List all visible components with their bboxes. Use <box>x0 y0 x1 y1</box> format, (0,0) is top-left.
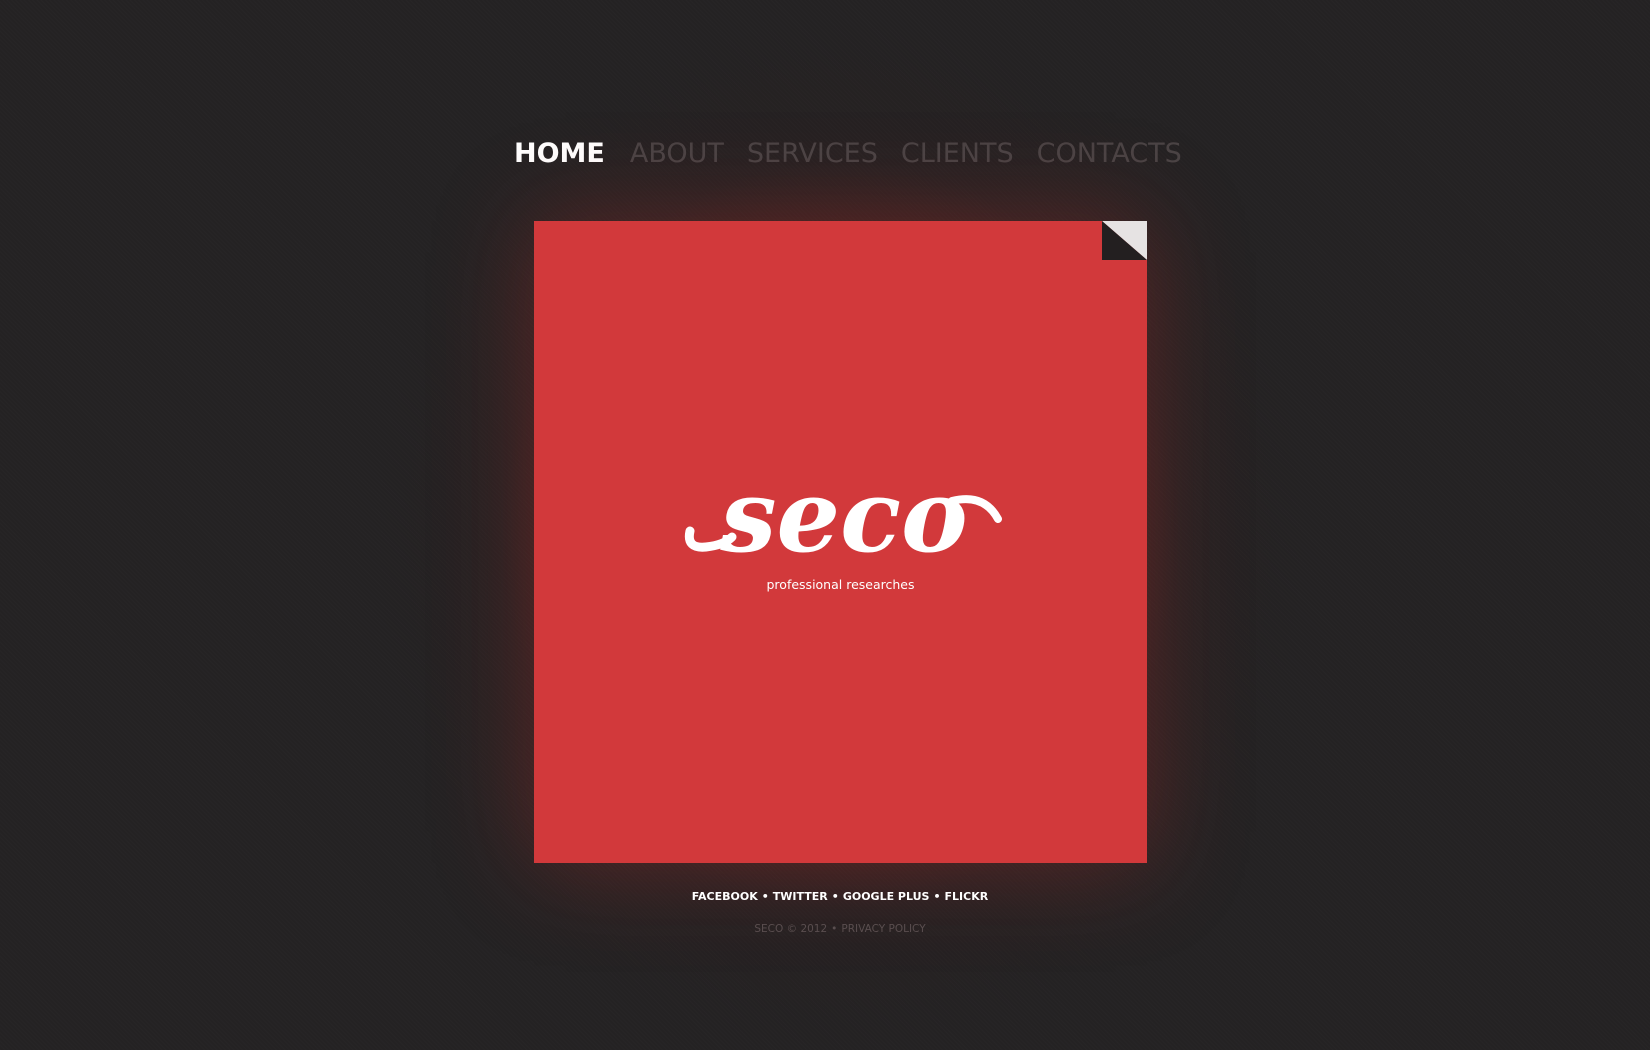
hero-card: seco professional researches <box>534 221 1147 863</box>
seco-logo: seco <box>684 471 1002 575</box>
social-link-facebook[interactable]: FACEBOOK <box>692 890 758 903</box>
social-links: FACEBOOK • TWITTER • GOOGLE PLUS • FLICKR <box>0 890 1650 903</box>
hero-tagline: professional researches <box>766 577 915 592</box>
logo-wordmark: seco <box>719 471 968 575</box>
social-separator: • <box>761 890 769 903</box>
page-curl-icon[interactable] <box>1102 221 1147 260</box>
nav-item-clients[interactable]: CLIENTS <box>901 138 1014 169</box>
copyright-separator: • <box>831 923 838 935</box>
nav-item-home[interactable]: HOME <box>514 138 605 169</box>
privacy-policy-link[interactable]: PRIVACY POLICY <box>841 923 925 935</box>
nav-item-services[interactable]: SERVICES <box>747 138 878 169</box>
social-link-flickr[interactable]: FLICKR <box>945 890 989 903</box>
copyright-text: SECO © 2012 <box>754 923 828 935</box>
nav-item-about[interactable]: ABOUT <box>630 138 724 169</box>
social-link-twitter[interactable]: TWITTER <box>773 890 828 903</box>
social-separator: • <box>831 890 839 903</box>
social-separator: • <box>933 890 941 903</box>
nav-item-contacts[interactable]: CONTACTS <box>1037 138 1182 169</box>
main-nav: HOME ABOUT SERVICES CLIENTS CONTACTS <box>514 138 1182 169</box>
copyright-line: SECO © 2012 • PRIVACY POLICY <box>0 923 1650 935</box>
social-link-google-plus[interactable]: GOOGLE PLUS <box>843 890 930 903</box>
